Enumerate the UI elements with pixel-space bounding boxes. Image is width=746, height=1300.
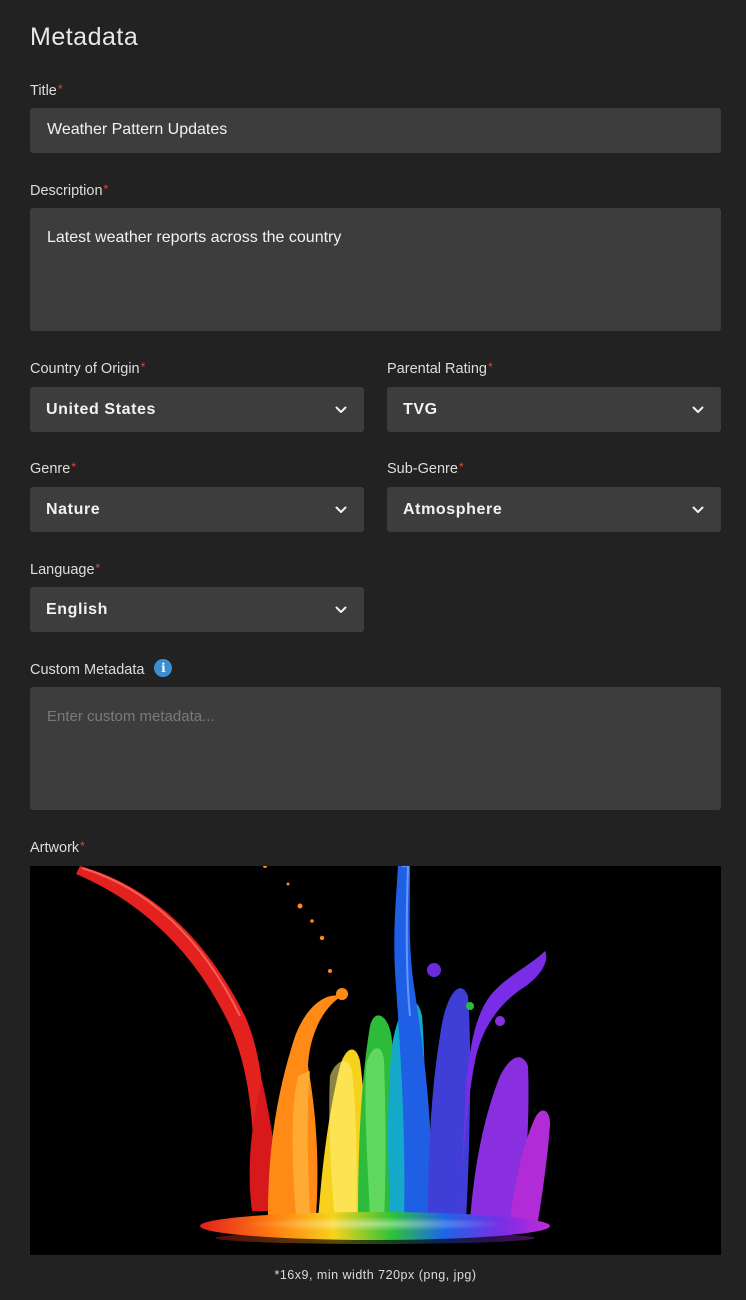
parental-rating-label-text: Parental Rating [387, 361, 487, 377]
description-textarea-value: Latest weather reports across the countr… [47, 229, 342, 246]
custom-metadata-textarea[interactable]: Enter custom metadata... [30, 687, 721, 810]
title-label-text: Title [30, 83, 57, 99]
required-mark: * [140, 360, 146, 374]
info-icon[interactable]: i [154, 659, 173, 678]
sub-genre-label-text: Sub-Genre [387, 461, 458, 477]
description-label-text: Description [30, 183, 103, 199]
country-select[interactable]: United States [30, 387, 364, 432]
country-select-value: United States [46, 400, 157, 418]
language-label-text: Language [30, 562, 95, 578]
paint-splash-illustration [76, 866, 550, 1244]
required-mark: * [57, 82, 63, 96]
parental-rating-select[interactable]: TVG [387, 387, 721, 432]
chevron-down-icon [334, 403, 348, 417]
required-mark: * [95, 561, 101, 575]
chevron-down-icon [691, 503, 705, 517]
country-label-text: Country of Origin [30, 361, 140, 377]
required-mark: * [458, 460, 464, 474]
required-mark: * [71, 460, 76, 474]
required-mark: * [103, 182, 109, 196]
required-mark: * [487, 360, 493, 374]
genre-select[interactable]: Nature [30, 487, 364, 532]
custom-metadata-label: Custom Metadata i [30, 659, 173, 679]
sub-genre-select-value: Atmosphere [403, 500, 503, 518]
title-input-value: Weather Pattern Updates [47, 121, 228, 138]
description-label: Description* [30, 182, 108, 200]
artwork-caption: *16x9, min width 720px (png, jpg) [274, 1268, 477, 1282]
artwork-image[interactable] [30, 866, 721, 1255]
title-label: Title* [30, 82, 63, 100]
custom-metadata-placeholder: Enter custom metadata... [47, 708, 215, 725]
genre-select-value: Nature [46, 500, 101, 518]
chevron-down-icon [334, 503, 348, 517]
sub-genre-label: Sub-Genre* [387, 460, 464, 478]
sub-genre-select[interactable]: Atmosphere [387, 487, 721, 532]
language-select-value: English [46, 600, 108, 618]
country-label: Country of Origin* [30, 360, 145, 378]
page-title: Metadata [30, 23, 139, 51]
chevron-down-icon [691, 403, 705, 417]
artwork-label: Artwork* [30, 839, 85, 857]
title-input[interactable]: Weather Pattern Updates [30, 108, 721, 153]
parental-rating-label: Parental Rating* [387, 360, 493, 378]
custom-metadata-label-text: Custom Metadata [30, 662, 145, 678]
parental-rating-select-value: TVG [403, 400, 438, 418]
required-mark: * [80, 839, 85, 853]
language-select[interactable]: English [30, 587, 364, 632]
description-textarea[interactable]: Latest weather reports across the countr… [30, 208, 721, 331]
chevron-down-icon [334, 603, 348, 617]
artwork-label-text: Artwork [30, 840, 80, 856]
genre-label: Genre* [30, 460, 76, 478]
language-label: Language* [30, 561, 100, 579]
genre-label-text: Genre [30, 461, 71, 477]
